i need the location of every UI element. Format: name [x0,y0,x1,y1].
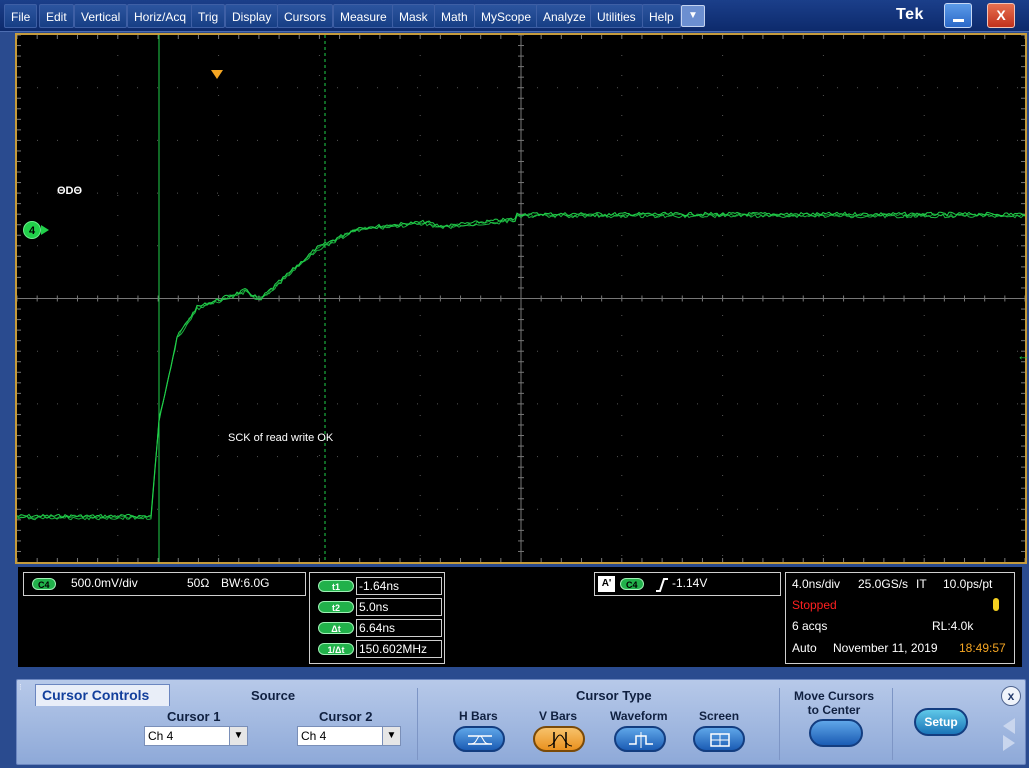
menu-myscope[interactable]: MyScope [474,4,539,28]
bandwidth-limit: BW:6.0G [221,576,270,590]
cursor-readout[interactable]: t1 -1.64ns t2 5.0ns Δt 6.64ns 1/Δt 150.6… [309,572,445,664]
chevron-down-icon: ▼ [229,727,247,745]
menu-horiz-acq[interactable]: Horiz/Acq [127,4,194,28]
menu-utilities[interactable]: Utilities [590,4,643,28]
panel-close-button[interactable]: x [1001,686,1021,706]
acquisition-readout[interactable]: 4.0ns/div 25.0GS/s IT 10.0ps/pt Stopped … [785,572,1015,664]
cursor2-source-select[interactable]: Ch 4 ▼ [297,726,401,746]
screen-button[interactable] [693,726,745,752]
cursor-delta-badge: Δt [318,622,354,634]
menu-display[interactable]: Display [225,4,279,28]
menu-edit[interactable]: Edit [39,4,74,28]
move-center-label-line1: Move Cursors [794,689,875,703]
date: November 11, 2019 [833,641,938,655]
waveform-button[interactable] [614,726,666,752]
sample-rate: 25.0GS/s [858,577,909,591]
move-cursors-to-center-button[interactable] [809,719,863,747]
h-bars-button[interactable] [453,726,505,752]
menu-cursors[interactable]: Cursors [277,4,334,28]
v-bars-icon [547,732,573,748]
cursor-type-label: Cursor Type [576,688,652,703]
cursor-t2-value: 5.0ns [356,598,442,616]
source-label: Source [251,688,296,703]
cursor1-source-select[interactable]: Ch 4 ▼ [144,726,248,746]
waveform-plot [17,35,1025,562]
cursor-controls-tab[interactable]: Cursor Controls [35,684,170,706]
waveform-label: Waveform [610,709,668,723]
h-bars-label: H Bars [459,709,498,723]
trigger-channel-badge: C4 [620,578,644,590]
trigger-mode-badge: A' [598,576,615,592]
panel-divider [417,688,418,760]
trigger-level-arrow-icon[interactable]: ← [1017,348,1029,363]
minimize-button[interactable] [944,3,972,28]
channel-4-marker[interactable]: 4 [23,221,41,239]
menu-measure[interactable]: Measure [333,4,394,28]
close-button[interactable]: X [987,3,1015,28]
trigger-level: -1.14V [672,576,708,590]
panel-previous-icon[interactable] [1003,718,1015,734]
cursor-delta-value: 6.64ns [356,619,442,637]
cursor2-source-value: Ch 4 [301,729,327,743]
thermometer-icon [993,598,999,611]
minimize-icon [953,19,964,22]
chevron-down-icon: ▼ [382,727,400,745]
move-center-label-line2: to Center [807,703,861,717]
cursor2-label: Cursor 2 [319,709,373,724]
channel-glyph-label: ΘDΘ [57,185,83,197]
v-bars-label: V Bars [539,709,578,723]
run-state: Stopped [792,598,837,612]
menu-trig[interactable]: Trig [191,4,226,28]
menu-analyze[interactable]: Analyze [536,4,593,28]
menu-math[interactable]: Math [434,4,475,28]
waveform-cursor-icon [629,732,653,748]
timebase: 4.0ns/div [792,577,841,591]
clock-time: 18:49:57 [959,641,1006,655]
acquisition-count: 6 acqs [792,619,828,633]
screen-cursor-icon [710,733,730,747]
screen-label: Screen [699,709,740,723]
chevron-down-icon: ▼ [688,10,698,21]
menu-bar: File Edit Vertical Horiz/Acq Trig Displa… [0,0,1029,32]
oscilloscope-app: File Edit Vertical Horiz/Acq Trig Displa… [0,0,1029,768]
cursor1-label: Cursor 1 [167,709,221,724]
vertical-scale: 500.0mV/div [71,576,138,590]
menu-vertical[interactable]: Vertical [74,4,128,28]
channel-badge: C4 [32,578,56,590]
h-bars-icon [468,735,492,745]
cursor-inverse-delta-badge: 1/Δt [318,643,354,655]
acquisition-mode: IT [916,577,927,591]
trigger-position-marker[interactable] [211,70,223,79]
graticule-display[interactable]: 4 ← ΘDΘ SCK of read write OK [15,33,1029,564]
menu-dropdown-button[interactable]: ▼ [681,5,705,27]
menu-mask[interactable]: Mask [392,4,435,28]
cursor-t1-value: -1.64ns [356,577,442,595]
cursor-inverse-delta-value: 150.602MHz [356,640,442,658]
panel-next-icon[interactable] [1003,735,1015,751]
menu-help[interactable]: Help [642,4,681,28]
cursor-t2-badge: t2 [318,601,354,613]
readout-strip: C4 500.0mV/div 50Ω BW:6.0G t1 -1.64ns t2… [18,567,1022,667]
cursor-t1-badge: t1 [318,580,354,592]
setup-button[interactable]: Setup [914,708,968,736]
screen-annotation[interactable]: SCK of read write OK [228,432,333,444]
record-length: RL:4.0k [932,619,974,633]
panel-divider [892,688,893,760]
trigger-mode: Auto [792,641,817,655]
input-impedance: 50Ω [187,576,210,590]
cursor-controls-panel: ⁝ Cursor Controls Source Cursor 1 Ch 4 ▼… [16,679,1026,765]
channel-4-ground-arrow-icon [41,225,49,235]
tek-logo: Tek [896,6,924,23]
channel-readout[interactable]: C4 500.0mV/div 50Ω BW:6.0G [23,572,306,596]
trigger-readout[interactable]: A' C4 -1.14V [594,572,781,596]
menu-file[interactable]: File [4,4,38,28]
cursor1-source-value: Ch 4 [148,729,174,743]
panel-grip-icon[interactable]: ⁝ [19,682,22,693]
panel-divider [779,688,780,760]
time-resolution: 10.0ps/pt [943,577,993,591]
v-bars-button[interactable] [533,726,585,752]
rising-edge-icon [656,578,668,592]
